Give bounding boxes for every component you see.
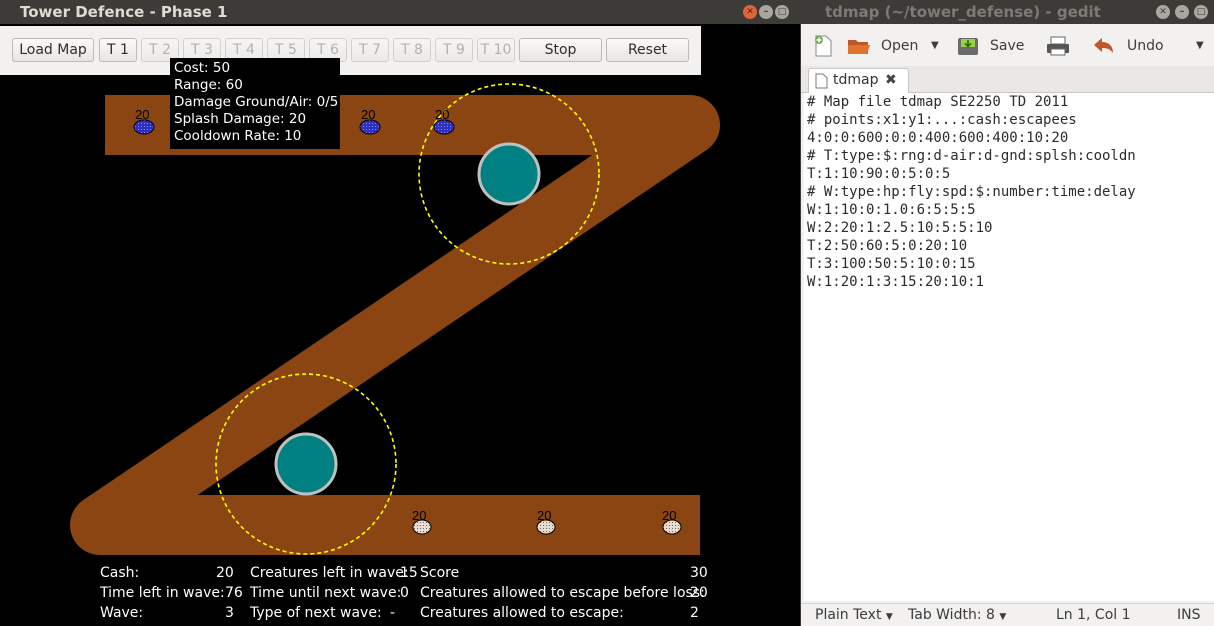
- close-icon[interactable]: ✕: [743, 5, 757, 19]
- tooltip-cost: Cost: 50: [174, 60, 231, 76]
- code-line: # points:x1:y1:...:cash:escapees: [807, 112, 1077, 128]
- code-line: W:1:20:1:3:15:20:10:1: [807, 274, 985, 290]
- type-next-value: -: [390, 605, 396, 621]
- wave-value: 3: [225, 605, 234, 621]
- code-line: T:1:10:90:0:5:0:5: [807, 166, 951, 182]
- escape-allowed-label: Creatures allowed to escape:: [420, 605, 624, 621]
- tower-9-button[interactable]: T 9: [435, 38, 473, 62]
- close-tab-icon[interactable]: ✖: [885, 69, 897, 92]
- code-line: W:2:20:1:2.5:10:5:5:10: [807, 220, 993, 236]
- tower-8-button[interactable]: T 8: [393, 38, 431, 62]
- document-icon: [815, 73, 828, 89]
- score-value: 30: [690, 565, 708, 581]
- open-folder-icon: [848, 40, 870, 54]
- code-line: # Map file tdmap SE2250 TD 2011: [807, 94, 1069, 110]
- code-line: W:1:10:0:1.0:6:5:5:5: [807, 202, 976, 218]
- wave-label: Wave:: [100, 605, 144, 621]
- cash-value: 20: [216, 565, 234, 581]
- escape-allowed-value: 2: [690, 605, 699, 621]
- load-map-button[interactable]: Load Map: [12, 38, 94, 62]
- tooltip-splash: Splash Damage: 20: [174, 111, 307, 127]
- code-line: 4:0:0:600:0:0:400:600:400:10:20: [807, 130, 1069, 146]
- time-next-value: 0: [400, 585, 409, 601]
- cash-label: Cash:: [100, 565, 140, 581]
- chevron-down-icon: ▼: [885, 612, 893, 622]
- gedit-window: tdmap (~/tower_defense) - gedit ✕ – □ Op…: [801, 0, 1214, 626]
- gedit-toolbar: Open ▼ Save Undo ▼: [801, 26, 1214, 66]
- tower-7-button[interactable]: T 7: [351, 38, 389, 62]
- reset-button[interactable]: Reset: [606, 38, 689, 62]
- open-button[interactable]: Open ▼: [846, 34, 946, 58]
- gedit-titlebar: tdmap (~/tower_defense) - gedit ✕ – □: [801, 0, 1214, 24]
- maximize-icon[interactable]: □: [1194, 5, 1208, 19]
- open-label: Open: [881, 38, 919, 54]
- chevron-down-icon[interactable]: ▼: [1196, 34, 1204, 58]
- game-map[interactable]: 20 20 20 20 20 20: [0, 0, 800, 626]
- game-toolbar: Load Map T 1 T 2 T 3 T 4 T 5 T 6 T 7 T 8…: [0, 26, 701, 75]
- language-label: Plain Text: [815, 607, 882, 623]
- minimize-icon[interactable]: –: [1175, 5, 1189, 19]
- creature-hp: 20: [412, 508, 426, 523]
- insert-mode: INS: [1177, 607, 1201, 623]
- creature-hp: 20: [537, 508, 551, 523]
- code-lines: # Map file tdmap SE2250 TD 2011 # points…: [804, 93, 1214, 291]
- creature-hp: 20: [135, 107, 149, 122]
- tower[interactable]: [274, 432, 338, 496]
- escape-before-loss-label: Creatures allowed to escape before loss:: [420, 585, 705, 601]
- creatures-left-value: 15: [400, 565, 418, 581]
- tooltip-damage: Damage Ground/Air: 0/5: [174, 94, 339, 110]
- undo-label: Undo: [1127, 38, 1164, 54]
- tooltip-range: Range: 60: [174, 77, 243, 93]
- time-left-value: 76: [225, 585, 243, 601]
- new-document-button[interactable]: [811, 34, 835, 58]
- tab-width-label: Tab Width: 8: [908, 607, 995, 623]
- save-icon: [958, 38, 978, 55]
- creature-path: [70, 93, 740, 557]
- minimize-icon[interactable]: –: [759, 5, 773, 19]
- print-button[interactable]: [1045, 34, 1071, 58]
- tooltip-cooldown: Cooldown Rate: 10: [174, 128, 302, 144]
- tower-10-button[interactable]: T 10: [477, 38, 515, 62]
- language-selector[interactable]: Plain Text ▼: [815, 604, 893, 626]
- text-editor[interactable]: # Map file tdmap SE2250 TD 2011 # points…: [804, 93, 1214, 601]
- cursor-position: Ln 1, Col 1: [1056, 607, 1131, 623]
- game-window: 20 20 20 20 20 20 Tower Defence - Phase …: [0, 0, 800, 626]
- creatures-left-label: Creatures left in wave:: [250, 565, 409, 581]
- code-line: T:3:100:50:5:10:0:15: [807, 256, 976, 272]
- stop-button[interactable]: Stop: [519, 38, 602, 62]
- undo-button[interactable]: Undo ▼: [1091, 34, 1206, 58]
- tab-width-selector[interactable]: Tab Width: 8 ▼: [908, 604, 1006, 626]
- close-icon[interactable]: ✕: [1156, 5, 1170, 19]
- save-button[interactable]: Save: [956, 34, 1026, 58]
- game-stats: Cash: 20 Creatures left in wave: 15 Scor…: [100, 563, 710, 623]
- code-line: # W:type:hp:fly:spd:$:number:time:delay: [807, 184, 1136, 200]
- type-next-label: Type of next wave:: [250, 605, 382, 621]
- print-icon: [1047, 36, 1069, 56]
- tab-label: tdmap: [833, 72, 879, 88]
- creature-hp: 20: [435, 107, 449, 122]
- tower[interactable]: [477, 142, 541, 206]
- tower-tooltip: Cost: 50 Range: 60 Damage Ground/Air: 0/…: [170, 58, 340, 149]
- game-titlebar: Tower Defence - Phase 1 ✕ – □: [0, 0, 800, 24]
- code-line: # T:type:$:rng:d-air:d-gnd:splsh:cooldn: [807, 148, 1136, 164]
- time-left-label: Time left in wave:: [100, 585, 225, 601]
- code-line: T:2:50:60:5:0:20:10: [807, 238, 968, 254]
- maximize-icon[interactable]: □: [775, 5, 789, 19]
- time-next-label: Time until next wave:: [250, 585, 402, 601]
- chevron-down-icon[interactable]: ▼: [931, 34, 939, 58]
- status-bar: Plain Text ▼ Tab Width: 8 ▼ Ln 1, Col 1 …: [801, 603, 1214, 626]
- save-label: Save: [990, 38, 1025, 54]
- window-title: tdmap (~/tower_defense) - gedit: [825, 3, 1101, 21]
- window-title: Tower Defence - Phase 1: [20, 3, 228, 21]
- creature-hp: 20: [662, 508, 676, 523]
- tower-1-button[interactable]: T 1: [99, 38, 137, 62]
- score-label: Score: [420, 565, 460, 581]
- tab-tdmap[interactable]: tdmap ✖: [808, 68, 909, 93]
- undo-icon: [1094, 38, 1113, 53]
- escape-before-loss-value: 20: [690, 585, 708, 601]
- new-document-icon: [815, 35, 832, 57]
- chevron-down-icon: ▼: [999, 612, 1007, 622]
- tab-bar: tdmap ✖: [801, 66, 1214, 93]
- creature-hp: 20: [361, 107, 375, 122]
